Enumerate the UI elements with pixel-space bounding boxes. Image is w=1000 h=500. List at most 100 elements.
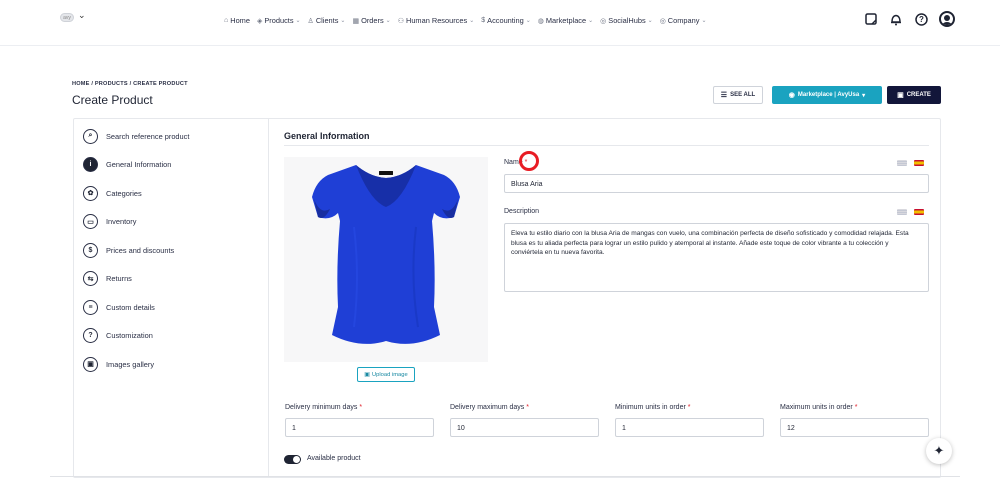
us-flag-icon[interactable] — [897, 160, 907, 166]
eye-icon: ◉ — [788, 92, 795, 99]
sidebar-item-search-reference-product[interactable]: ⌕ Search reference product — [83, 128, 189, 144]
nav-item-label: Clients — [315, 16, 339, 25]
sidebar-item-prices-and-discounts[interactable]: $ Prices and discounts — [83, 242, 174, 258]
ai-assistant-button[interactable]: ✦ — [926, 438, 952, 464]
delivery-max-label: Delivery maximum days * — [450, 404, 529, 411]
blouse-image — [312, 165, 460, 344]
calendar-icon: ▦ — [352, 17, 360, 25]
nav-item-label: Human Resources — [405, 16, 468, 25]
max-units-label: Maximum units in order * — [780, 404, 857, 411]
max-units-input[interactable]: 12 — [780, 418, 929, 437]
sidebar-item-label: General Information — [106, 160, 172, 169]
inventory-icon: ▭ — [83, 214, 98, 229]
us-flag-icon[interactable] — [897, 209, 907, 215]
description-textarea[interactable]: Eleva tu estilo diario con la blusa Aria… — [504, 223, 929, 292]
spain-flag-icon[interactable] — [914, 209, 924, 215]
divider — [50, 476, 960, 477]
available-product-toggle[interactable] — [284, 455, 301, 464]
save-icon: ▣ — [897, 92, 904, 99]
sidebar-item-returns[interactable]: ⇆ Returns — [83, 271, 132, 287]
see-all-button[interactable]: ☰ SEE ALL — [713, 86, 763, 104]
chevron-down-icon: ⌄ — [385, 18, 391, 24]
chevron-down-icon: ▾ — [862, 92, 866, 99]
upload-image-button[interactable]: ▣ Upload image — [357, 367, 415, 382]
sidebar-item-label: Inventory — [106, 217, 137, 226]
people-icon: ⚇ — [397, 17, 404, 25]
camera-icon: ▣ — [364, 372, 370, 378]
max-units-label-text: Maximum units in order — [780, 404, 853, 411]
chevron-down-icon: ⌄ — [701, 18, 707, 24]
available-product-label: Available product — [307, 455, 361, 462]
notes-icon[interactable] — [864, 12, 878, 26]
required-mark: * — [359, 404, 363, 411]
nav-item-clients[interactable]: ♙ Clients ⌄ — [308, 16, 346, 25]
box-icon: ◈ — [256, 17, 263, 25]
chevron-down-icon: ⌄ — [588, 18, 594, 24]
upload-image-label: Upload image — [371, 371, 408, 378]
nav-item-company[interactable]: ◎ Company ⌄ — [660, 16, 707, 25]
nav-item-accounting[interactable]: $ Accounting ⌄ — [481, 16, 531, 25]
min-units-label-text: Minimum units in order — [615, 404, 686, 411]
user-avatar-icon[interactable] — [939, 11, 955, 27]
gallery-icon: ▣ — [83, 356, 98, 372]
nav-item-orders[interactable]: ▦ Orders ⌄ — [352, 16, 390, 25]
delivery-max-input[interactable]: 10 — [450, 418, 599, 437]
chevron-down-icon[interactable]: ⌄ — [78, 10, 86, 21]
nav-item-socialhubs[interactable]: ◎ SocialHubs ⌄ — [600, 16, 653, 25]
name-input[interactable]: Blusa Aria — [504, 174, 929, 193]
sidebar-item-label: Categories — [106, 188, 142, 198]
delivery-min-input[interactable]: 1 — [285, 418, 434, 437]
users-icon: ♙ — [307, 17, 314, 25]
cursor-indicator — [519, 151, 539, 171]
question-icon: ? — [83, 328, 98, 343]
section-title: General Information — [284, 131, 370, 141]
company-logo[interactable]: avy — [60, 13, 74, 22]
breadcrumb[interactable]: HOME / PRODUCTS / CREATE PRODUCT — [72, 81, 188, 87]
create-label: CREATE — [906, 92, 931, 98]
sidebar-item-label: Custom details — [106, 302, 155, 312]
divider — [284, 145, 929, 146]
sparkle-icon: ✦ — [933, 443, 945, 458]
nav-item-human-resources[interactable]: ⚇ Human Resources ⌄ — [398, 16, 475, 25]
svg-text:?: ? — [919, 15, 924, 24]
required-mark: * — [687, 404, 691, 411]
delivery-min-label: Delivery minimum days * — [285, 404, 362, 411]
sidebar-item-custom-details[interactable]: ≡ Custom details — [83, 299, 155, 315]
home-icon: ⌂ — [224, 17, 229, 24]
sidebar-item-images-gallery[interactable]: ▣ Images gallery — [83, 356, 154, 372]
chevron-down-icon: ⌄ — [469, 18, 475, 24]
sidebar: ⌕ Search reference product i General Inform… — [73, 118, 269, 478]
top-nav: avy ⌄ ⌂ Home ◈ Products ⌄ ♙ Clients ⌄ ▦ Orders ⌄ ⚇ H… — [0, 0, 1000, 46]
nav-item-home[interactable]: ⌂ Home — [224, 16, 250, 25]
nav-item-label: Accounting — [487, 16, 524, 25]
page-title: Create Product — [72, 93, 153, 107]
sidebar-item-label: Prices and discounts — [106, 245, 175, 255]
nav-item-products[interactable]: ◈ Products ⌄ — [257, 16, 301, 25]
marketplace-dropdown-button[interactable]: ◉ Marketplace | AvyUsa ▾ — [772, 86, 882, 104]
sidebar-item-label: Returns — [106, 274, 132, 283]
dollar-icon: $ — [83, 242, 98, 258]
chevron-down-icon: ⌄ — [525, 18, 531, 24]
nav-item-marketplace[interactable]: ◍ Marketplace ⌄ — [538, 16, 593, 25]
chevron-down-icon: ⌄ — [340, 18, 346, 24]
help-icon[interactable]: ? — [914, 12, 928, 26]
sidebar-item-label: Customization — [106, 331, 153, 340]
sidebar-item-inventory[interactable]: ▭ Inventory — [83, 214, 136, 230]
delivery-max-label-text: Delivery maximum days — [450, 404, 525, 411]
list-icon: ☰ — [720, 92, 728, 99]
min-units-label: Minimum units in order * — [615, 404, 691, 411]
sidebar-item-categories[interactable]: ✿ Categories — [83, 185, 142, 201]
product-image — [284, 157, 488, 362]
gear-icon: ✿ — [83, 185, 98, 201]
nav-item-label: Company — [667, 16, 700, 25]
bell-icon[interactable] — [889, 12, 903, 26]
spain-flag-icon[interactable] — [914, 160, 924, 166]
sidebar-item-general-information[interactable]: i General Information — [83, 157, 171, 173]
nav-item-label: Home — [230, 16, 250, 25]
nav-right-icons: ? — [864, 11, 955, 27]
create-button[interactable]: ▣ CREATE — [887, 86, 941, 104]
min-units-input[interactable]: 1 — [615, 418, 764, 437]
chevron-down-icon: ⌄ — [295, 18, 301, 24]
share-icon: ◎ — [600, 17, 607, 25]
sidebar-item-customization[interactable]: ? Customization — [83, 328, 153, 344]
